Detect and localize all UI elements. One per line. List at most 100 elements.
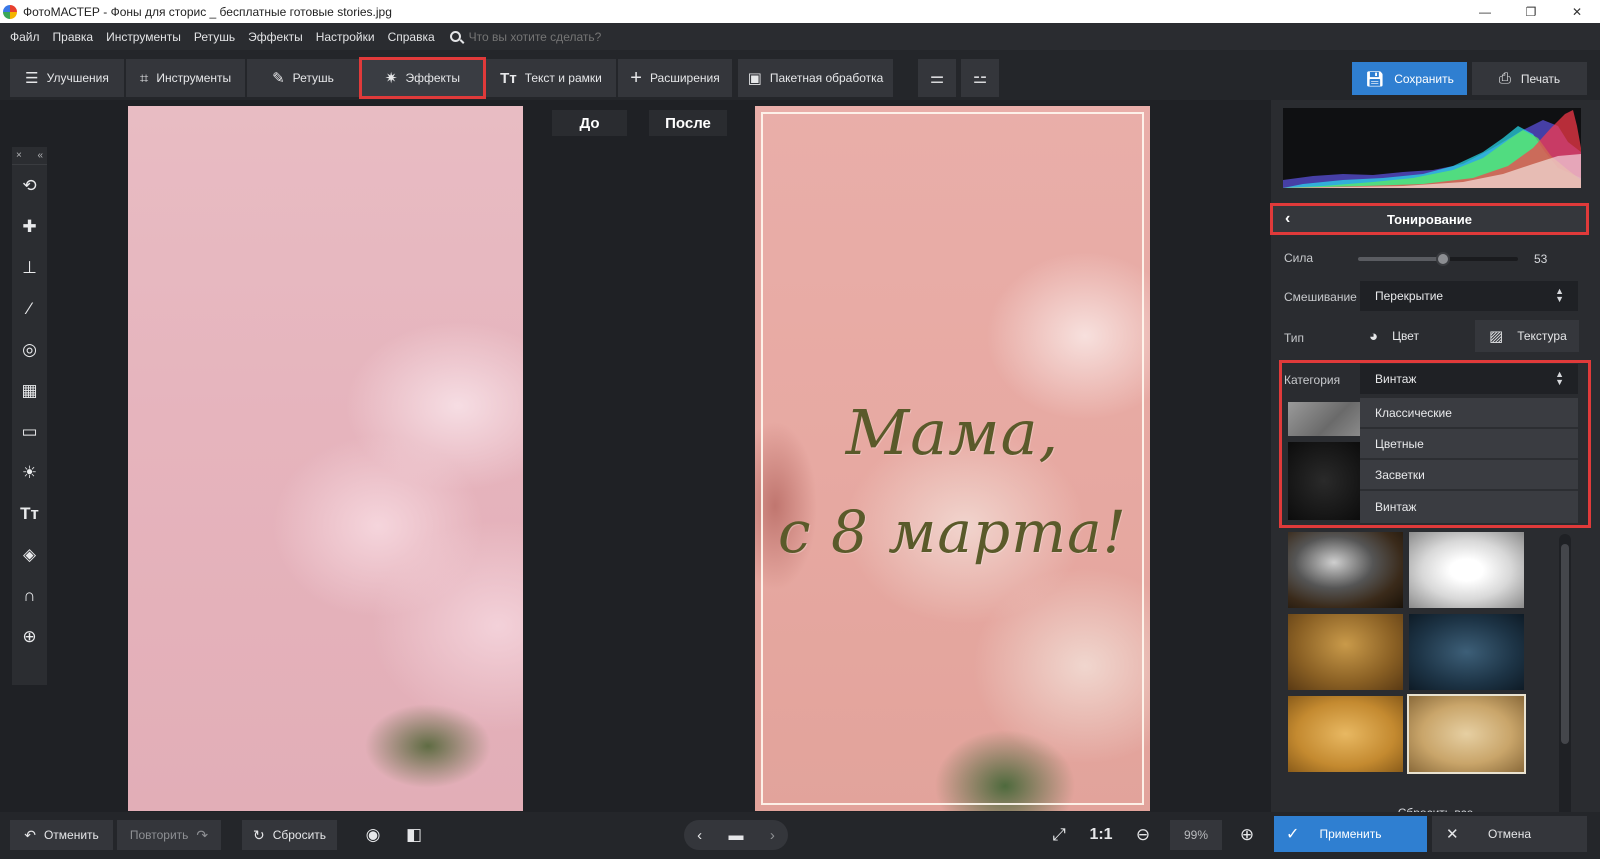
strength-slider-fill bbox=[1358, 257, 1443, 261]
images-icon: ▣ bbox=[747, 70, 762, 87]
history-adjustments-button[interactable]: ⚍ bbox=[961, 59, 999, 97]
preview-toggle[interactable]: ◉ bbox=[354, 820, 392, 850]
save-button[interactable]: 💾︎ Сохранить bbox=[1352, 62, 1467, 95]
strength-slider-knob[interactable] bbox=[1436, 252, 1450, 266]
tab-extensions[interactable]: + Расширения bbox=[618, 59, 732, 97]
folder-icon[interactable]: ▬ bbox=[728, 827, 743, 844]
undo-button[interactable]: ↶ Отменить bbox=[10, 820, 113, 850]
search-icon bbox=[449, 31, 461, 42]
texture-thumb[interactable] bbox=[1409, 614, 1524, 690]
close-strip-icon[interactable]: × bbox=[16, 150, 22, 161]
right-panel: ‹ Тонирование Сила 53 Смешивание Перекры… bbox=[1270, 100, 1600, 859]
category-option[interactable]: Классические bbox=[1360, 398, 1578, 429]
tool-rotate-icon[interactable]: ⟲ bbox=[12, 165, 47, 206]
add-adjustments-icon: ⚌ bbox=[929, 70, 945, 87]
select-arrows-icon: ▲ ▼ bbox=[1555, 286, 1564, 304]
tab-batch-processing[interactable]: ▣ Пакетная обработка bbox=[738, 59, 893, 97]
tool-vignette-icon[interactable]: ▭ bbox=[12, 411, 47, 452]
minimize-button[interactable]: — bbox=[1462, 0, 1508, 23]
histogram bbox=[1283, 108, 1581, 188]
after-label[interactable]: После bbox=[649, 110, 727, 136]
type-texture-button[interactable]: ▨ Текстура bbox=[1475, 320, 1579, 352]
category-option[interactable]: Засветки bbox=[1360, 460, 1578, 491]
menu-tools[interactable]: Инструменты bbox=[106, 30, 181, 44]
menu-file[interactable]: Файл bbox=[10, 30, 40, 44]
close-window-button[interactable]: ✕ bbox=[1554, 0, 1600, 23]
menu-retouch[interactable]: Ретушь bbox=[194, 30, 235, 44]
menu-help[interactable]: Справка bbox=[388, 30, 435, 44]
app-logo-icon bbox=[3, 4, 17, 19]
print-label: Печать bbox=[1520, 71, 1561, 86]
reset-button[interactable]: ↻ Сбросить bbox=[242, 820, 337, 850]
texture-thumb[interactable] bbox=[1409, 532, 1524, 608]
texture-thumb-selected[interactable] bbox=[1407, 694, 1526, 774]
zoom-value[interactable]: 99% bbox=[1170, 820, 1222, 850]
title-bar: ФотоМАСТЕР - Фоны для сторис _ бесплатны… bbox=[0, 0, 1600, 23]
cancel-label: Отмена bbox=[1487, 827, 1532, 841]
strip-header: × « bbox=[12, 147, 47, 165]
toning-header: ‹ Тонирование bbox=[1270, 203, 1589, 235]
texture-thumb[interactable] bbox=[1288, 402, 1360, 436]
cancel-button[interactable]: ✕ Отмена bbox=[1432, 816, 1587, 852]
type-color-button[interactable]: ◕ Цвет bbox=[1369, 320, 1459, 352]
tab-text-frames[interactable]: Tт Текст и рамки bbox=[486, 59, 616, 97]
compare-toggle[interactable]: ◧ bbox=[395, 820, 433, 850]
menu-effects[interactable]: Эффекты bbox=[248, 30, 303, 44]
window-title: ФотоМАСТЕР - Фоны для сторис _ бесплатны… bbox=[23, 4, 392, 19]
tool-gradient-icon[interactable]: ▦ bbox=[12, 370, 47, 411]
texture-icon: ▨ bbox=[1489, 328, 1504, 345]
menu-settings[interactable]: Настройки bbox=[316, 30, 375, 44]
tab-effects[interactable]: ✷ Эффекты bbox=[359, 57, 486, 99]
prev-image-icon[interactable]: ‹ bbox=[697, 827, 702, 844]
tool-light-icon[interactable]: ☀ bbox=[12, 452, 47, 493]
menu-edit[interactable]: Правка bbox=[53, 30, 94, 44]
texture-thumb[interactable] bbox=[1288, 532, 1403, 608]
collapse-strip-icon[interactable]: « bbox=[37, 150, 43, 161]
restore-button[interactable]: ❐ bbox=[1508, 0, 1554, 23]
histogram-graph bbox=[1283, 110, 1581, 188]
tab-tools[interactable]: ⌗ Инструменты bbox=[126, 59, 245, 97]
texture-thumb[interactable] bbox=[1288, 442, 1360, 520]
scrollbar-thumb[interactable] bbox=[1561, 544, 1569, 744]
redo-icon: ↷ bbox=[196, 826, 209, 843]
tool-text-icon[interactable]: Tт bbox=[12, 493, 47, 534]
back-chevron-icon[interactable]: ‹ bbox=[1285, 210, 1290, 228]
zoom-out-button[interactable]: ⊖ bbox=[1124, 820, 1162, 850]
add-preset-button[interactable]: ⚌ bbox=[918, 59, 956, 97]
strength-value: 53 bbox=[1534, 252, 1548, 266]
adjustments-history-icon: ⚍ bbox=[972, 70, 988, 87]
brush-icon: ✎ bbox=[272, 70, 285, 87]
tool-globe-icon[interactable]: ⊕ bbox=[12, 616, 47, 657]
search-input[interactable] bbox=[468, 29, 669, 44]
zoom-in-button[interactable]: ⊕ bbox=[1228, 820, 1266, 850]
strength-slider[interactable] bbox=[1358, 252, 1518, 266]
tool-radial-icon[interactable]: ◎ bbox=[12, 329, 47, 370]
category-value: Винтаж bbox=[1375, 372, 1417, 386]
print-button[interactable]: ⎙ Печать bbox=[1472, 62, 1587, 95]
next-image-icon[interactable]: › bbox=[770, 827, 775, 844]
blend-select[interactable]: Перекрытие ▲ ▼ bbox=[1360, 281, 1578, 311]
apply-button[interactable]: ✓ Применить bbox=[1274, 816, 1427, 852]
fit-to-screen-button[interactable]: ⤢ bbox=[1040, 820, 1078, 850]
greeting-line-1: Мама, bbox=[845, 396, 1060, 469]
tool-fill-icon[interactable]: ◈ bbox=[12, 534, 47, 575]
redo-button[interactable]: Повторить ↷ bbox=[117, 820, 221, 850]
texture-thumb[interactable] bbox=[1288, 696, 1403, 772]
tool-stamp-icon[interactable]: ⊥ bbox=[12, 247, 47, 288]
checkmark-icon: ✓ bbox=[1286, 826, 1300, 843]
tool-healing-icon[interactable]: ✚ bbox=[12, 206, 47, 247]
reset-icon: ↻ bbox=[252, 826, 265, 843]
tab-retouch[interactable]: ✎ Ретушь bbox=[247, 59, 359, 97]
texture-thumb[interactable] bbox=[1288, 614, 1403, 690]
tab-enhancements[interactable]: ☰ Улучшения bbox=[10, 59, 124, 97]
before-label[interactable]: До bbox=[552, 110, 627, 136]
category-option[interactable]: Винтаж bbox=[1360, 491, 1578, 522]
redo-label: Повторить bbox=[129, 828, 189, 842]
tool-brush-icon[interactable]: ⁄ bbox=[12, 288, 47, 329]
tab-label: Ретушь bbox=[292, 71, 334, 85]
actual-size-button[interactable]: 1:1 bbox=[1082, 820, 1120, 850]
tool-magnet-icon[interactable]: ∩ bbox=[12, 575, 47, 616]
category-option[interactable]: Цветные bbox=[1360, 429, 1578, 460]
category-label: Категория bbox=[1284, 373, 1341, 387]
category-select[interactable]: Винтаж ▲ ▼ bbox=[1360, 364, 1578, 394]
